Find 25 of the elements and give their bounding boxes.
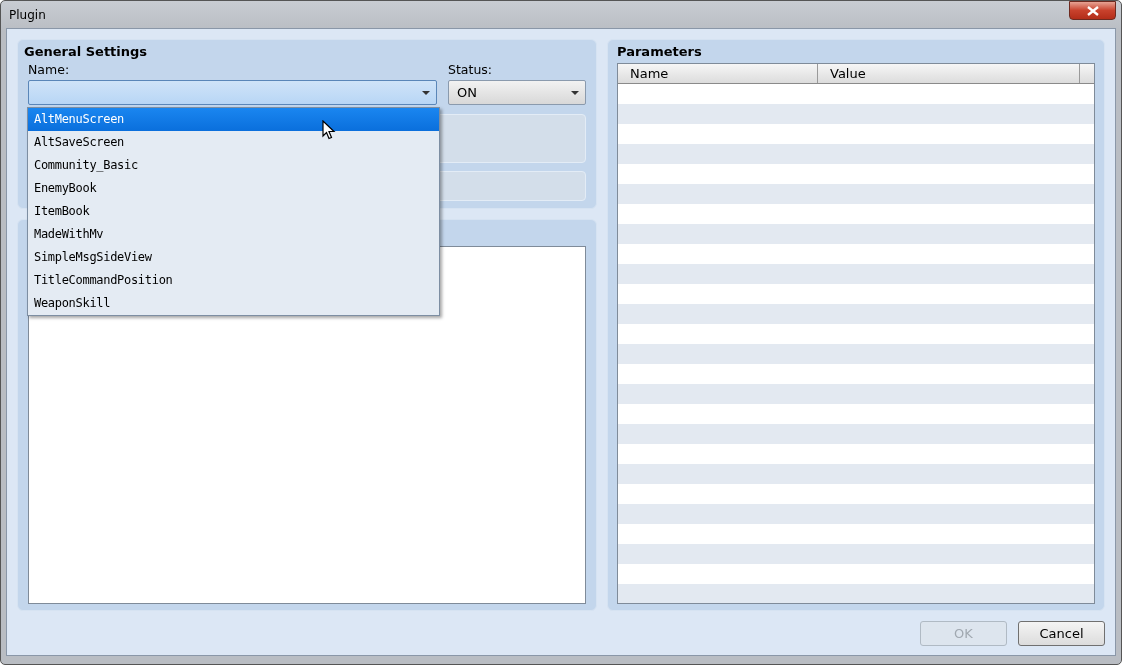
- close-button[interactable]: [1069, 1, 1116, 20]
- status-label: Status:: [448, 63, 494, 79]
- column-header[interactable]: Name: [618, 64, 818, 83]
- caret-icon: [571, 90, 579, 95]
- dropdown-option[interactable]: MadeWithMv: [28, 223, 439, 246]
- dropdown-option[interactable]: AltMenuScreen: [28, 108, 439, 131]
- name-combo-box[interactable]: [28, 80, 437, 105]
- dropdown-option[interactable]: Community_Basic: [28, 154, 439, 177]
- dropdown-option[interactable]: ItemBook: [28, 200, 439, 223]
- dropdown-option[interactable]: AltSaveScreen: [28, 131, 439, 154]
- dropdown-option[interactable]: SimpleMsgSideView: [28, 246, 439, 269]
- window-title: Plugin: [9, 7, 46, 22]
- panel-title: Parameters: [617, 43, 703, 61]
- mouse-pointer-icon: [322, 120, 336, 140]
- dropdown-option[interactable]: TitleCommandPosition: [28, 269, 439, 292]
- close-icon: [1085, 5, 1100, 16]
- name-label: Name:: [28, 63, 71, 79]
- dropdown-option[interactable]: WeaponSkill: [28, 292, 439, 315]
- panel-title: General Settings: [24, 43, 149, 61]
- dropdown-option[interactable]: EnemyBook: [28, 177, 439, 200]
- column-header[interactable]: Value: [818, 64, 1080, 83]
- status-combo-box[interactable]: ON: [448, 80, 586, 105]
- caret-icon: [422, 90, 430, 95]
- dialog-button[interactable]: Cancel: [1018, 621, 1105, 646]
- combo-value: ON: [457, 85, 477, 100]
